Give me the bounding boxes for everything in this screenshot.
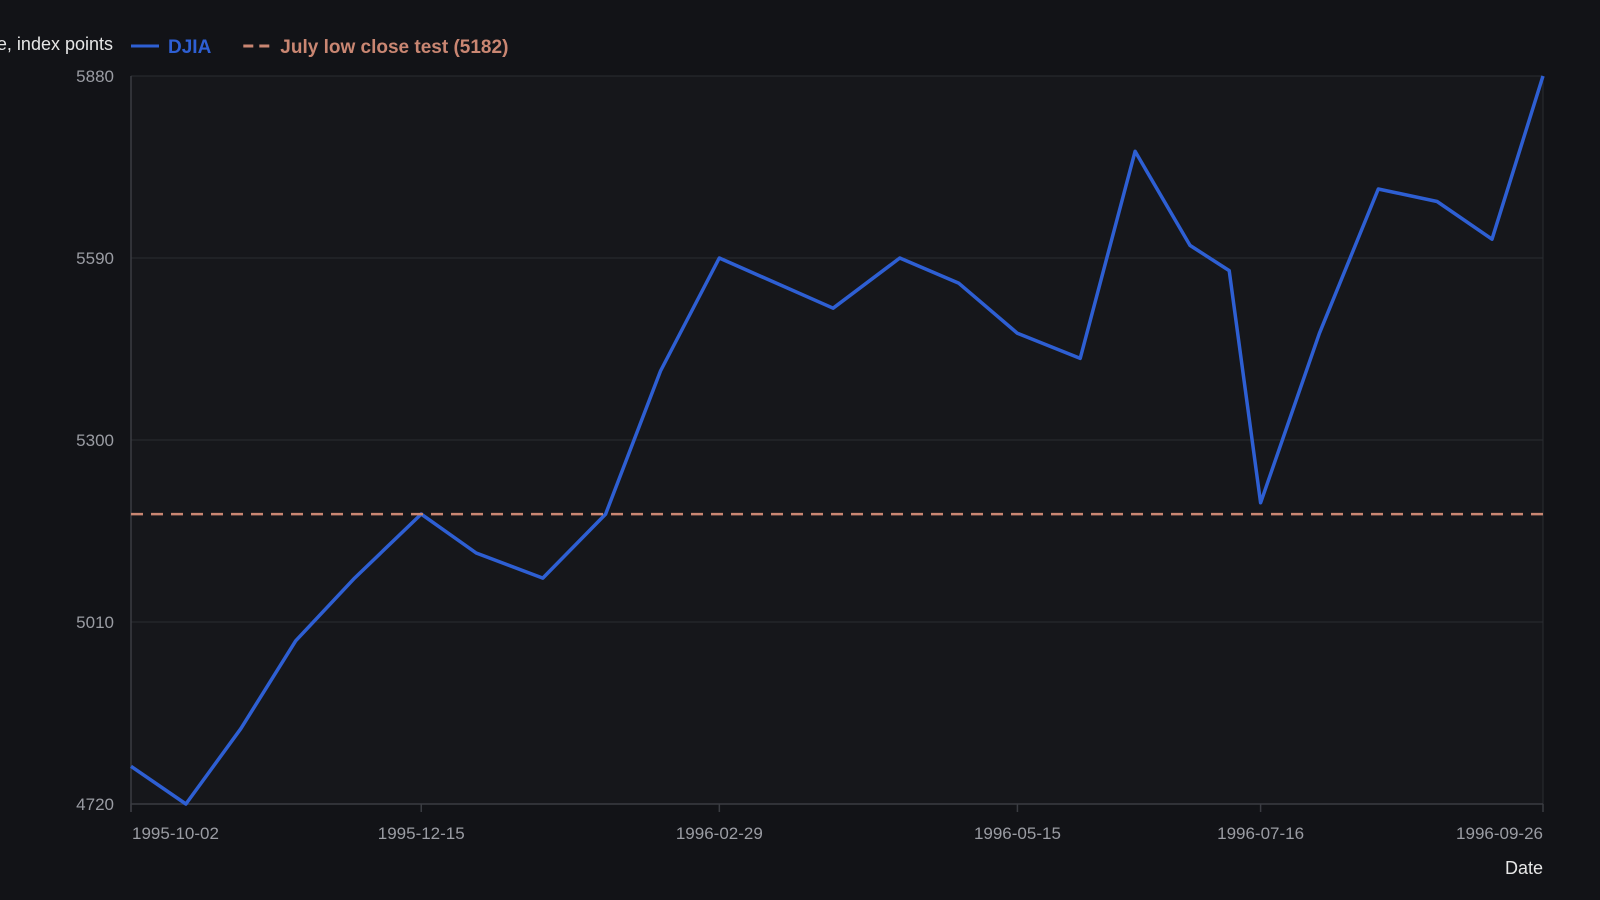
chart: 4720 5010 5300 5590 5880 1995-10-02 1995-12-15… <box>0 0 1600 900</box>
y-tick-label: 5590 <box>76 249 114 268</box>
y-tick-label: 5010 <box>76 613 114 632</box>
x-tick-label: 1996-09-26 <box>1456 824 1543 843</box>
x-tick-label: 1996-02-29 <box>676 824 763 843</box>
y-tick-label: 5300 <box>76 431 114 450</box>
x-axis-label: Date <box>1505 858 1543 878</box>
legend-label-1: July low close test (5182) <box>280 37 508 58</box>
x-tick-label: 1995-12-15 <box>378 824 465 843</box>
y-tick-label: 4720 <box>76 795 114 814</box>
x-tick-label: 1996-05-15 <box>974 824 1061 843</box>
y-axis-label: Close, index points <box>0 34 113 54</box>
x-tick-label: 1996-07-16 <box>1217 824 1304 843</box>
x-tick-label: 1995-10-02 <box>132 824 219 843</box>
y-tick-label: 5880 <box>76 67 114 86</box>
legend-label-0: DJIA <box>168 37 212 58</box>
legend: DJIA July low close test (5182) <box>131 37 508 58</box>
